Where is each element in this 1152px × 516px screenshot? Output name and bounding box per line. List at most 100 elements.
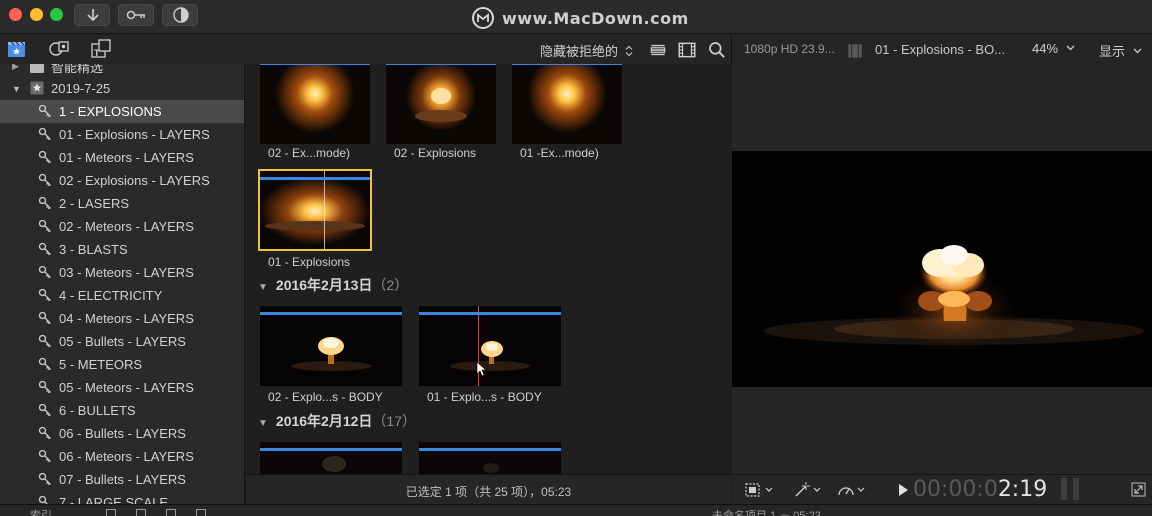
clip-item[interactable]: 02 - Explo...s - BODY <box>260 306 402 406</box>
selection-status: 已选定 1 项（共 25 项），05:23 <box>405 485 572 499</box>
clip-appearance-icon[interactable] <box>647 40 669 60</box>
event-label: 2019-7-25 <box>51 81 111 96</box>
clip-used-bar <box>386 64 496 65</box>
clip-appearance-icon[interactable] <box>106 509 116 516</box>
disclosure-triangle-open-icon[interactable]: ▼ <box>12 84 21 94</box>
disclosure-triangle-open-icon[interactable]: ▼ <box>258 282 268 293</box>
keyword-collection-icon <box>38 127 51 141</box>
clip-name: 02 - Explo...s - BODY <box>268 390 383 404</box>
photos-audio-icon[interactable] <box>48 39 70 59</box>
keyword-collection-item[interactable]: 02 - Meteors - LAYERS <box>0 215 244 238</box>
play-icon[interactable] <box>897 483 909 497</box>
clip-used-bar <box>419 312 561 315</box>
date-group-header[interactable]: ▼ 2016年2月13日（2） <box>258 275 408 295</box>
clip-thumbnail[interactable] <box>258 169 372 251</box>
clip-item[interactable] <box>260 442 402 474</box>
updown-chevron-icon <box>625 45 633 57</box>
clip-thumbnail[interactable] <box>386 64 496 144</box>
clip-used-bar <box>260 312 402 315</box>
macdown-logo-icon <box>472 7 494 29</box>
browser-toolbar: T 隐藏被拒绝的 1080p HD 23.9... 01 - Explosion… <box>0 35 1152 64</box>
keyword-collection-item[interactable]: 05 - Bullets - LAYERS <box>0 330 244 353</box>
minimize-window-button[interactable] <box>30 8 43 21</box>
date-group-count: （17） <box>372 413 416 429</box>
keyword-collection-item[interactable]: 05 - Meteors - LAYERS <box>0 376 244 399</box>
retime-speedometer-icon[interactable] <box>836 481 868 499</box>
clip-item[interactable]: 02 - Explosions <box>386 64 496 164</box>
keyword-collection-item[interactable]: 01 - Meteors - LAYERS <box>0 146 244 169</box>
smart-collections-label: 智能精选 <box>51 64 104 75</box>
disclosure-triangle-open-icon[interactable]: ▼ <box>258 418 268 429</box>
keyword-collection-item[interactable]: 03 - Meteors - LAYERS <box>0 261 244 284</box>
keyword-collection-item[interactable]: 2 - LASERS <box>0 192 244 215</box>
keyword-collection-item[interactable]: 07 - Bullets - LAYERS <box>0 468 244 491</box>
keyword-collection-label: 06 - Bullets - LAYERS <box>59 426 186 441</box>
enhance-magic-wand-icon[interactable] <box>792 481 824 499</box>
date-group-header[interactable]: ▼ 2016年2月12日（17） <box>258 411 416 431</box>
clip-thumbnail[interactable] <box>419 306 561 386</box>
keyword-collection-item[interactable]: 01 - Explosions - LAYERS <box>0 123 244 146</box>
clip-thumbnail[interactable] <box>260 64 370 144</box>
video-format-label[interactable]: 1080p HD 23.9... <box>744 42 835 56</box>
keyword-collection-icon <box>38 104 51 118</box>
background-tasks-button[interactable] <box>162 4 198 26</box>
clip-used-bar <box>419 448 561 451</box>
panel-divider <box>731 35 732 64</box>
svg-text:T: T <box>94 48 100 58</box>
audio-meter-right <box>1073 478 1079 500</box>
keyword-collection-icon <box>38 150 51 164</box>
timeline-header-strip: 索引 未命名项目 1 － 05:23 <box>0 504 1152 516</box>
zoom-menu[interactable]: 44% <box>1032 41 1075 56</box>
clip-thumbnail[interactable] <box>260 306 402 386</box>
date-group-label: 2016年2月12日 <box>275 413 373 429</box>
zoom-window-button[interactable] <box>50 8 63 21</box>
timecode-display[interactable]: 00:00:02:19 <box>913 477 1047 502</box>
clip-appearance-icon[interactable] <box>136 509 146 516</box>
viewer-frame[interactable] <box>732 151 1152 387</box>
keyword-collection-item[interactable]: 06 - Bullets - LAYERS <box>0 422 244 445</box>
view-menu[interactable]: 显示 <box>1099 41 1142 60</box>
keyword-collection-item[interactable]: 04 - Meteors - LAYERS <box>0 307 244 330</box>
clip-item[interactable] <box>419 442 561 474</box>
project-name-duration: 未命名项目 1 － 05:23 <box>712 510 821 516</box>
audio-meter-left <box>1061 478 1067 500</box>
close-window-button[interactable] <box>9 8 22 21</box>
clip-item[interactable]: 02 - Ex...mode) <box>260 64 370 164</box>
watermark-text: www.MacDown.com <box>502 8 689 28</box>
import-button[interactable] <box>74 4 110 26</box>
keyword-collection-item[interactable]: 02 - Explosions - LAYERS <box>0 169 244 192</box>
disclosure-triangle-icon[interactable]: ▶ <box>12 64 19 72</box>
clip-filter-value: 隐藏被拒绝的 <box>540 44 619 59</box>
clip-item[interactable]: 01 -Ex...mode) <box>512 64 622 164</box>
clip-item-selected[interactable]: 01 - Explosions <box>258 169 372 271</box>
keyword-collection-item[interactable]: 7 - LARGE SCALE <box>0 491 244 504</box>
clip-item[interactable]: 01 - Explo...s - BODY <box>419 306 561 406</box>
keyword-collection-label: 05 - Meteors - LAYERS <box>59 380 194 395</box>
clip-appearance-icon[interactable] <box>166 509 176 516</box>
keywords-button[interactable] <box>118 4 154 26</box>
keyword-collection-item[interactable]: 5 - METEORS <box>0 353 244 376</box>
smart-collections-row[interactable]: ▶ 智能精选 <box>0 64 244 78</box>
titles-generators-icon[interactable]: T <box>90 39 112 59</box>
libraries-icon[interactable] <box>6 39 28 59</box>
clip-thumbnail[interactable] <box>512 64 622 144</box>
transform-menu-icon[interactable] <box>744 481 776 499</box>
filmstrip-view-icon[interactable] <box>676 40 698 60</box>
keyword-collection-item[interactable]: 3 - BLASTS <box>0 238 244 261</box>
keyword-collection-item[interactable]: 1 - EXPLOSIONS <box>0 100 244 123</box>
clip-browser: 02 - Ex...mode) 02 - Explosions 01 -Ex..… <box>246 64 731 474</box>
clip-thumbnail[interactable] <box>260 442 402 474</box>
clip-used-bar <box>512 64 622 65</box>
keyword-collection-item[interactable]: 06 - Meteors - LAYERS <box>0 445 244 468</box>
event-row[interactable]: ▼ 2019-7-25 <box>0 77 244 100</box>
search-icon[interactable] <box>706 40 728 60</box>
keyword-collection-icon <box>38 265 51 279</box>
clip-thumbnail[interactable] <box>419 442 561 474</box>
fullscreen-icon[interactable] <box>1131 482 1146 497</box>
index-button[interactable]: 索引 <box>30 507 52 516</box>
keyword-collection-label: 07 - Bullets - LAYERS <box>59 472 186 487</box>
clip-appearance-icon[interactable] <box>196 509 206 516</box>
keyword-collection-item[interactable]: 4 - ELECTRICITY <box>0 284 244 307</box>
clip-filter-select[interactable]: 隐藏被拒绝的 <box>540 41 633 60</box>
keyword-collection-item[interactable]: 6 - BULLETS <box>0 399 244 422</box>
